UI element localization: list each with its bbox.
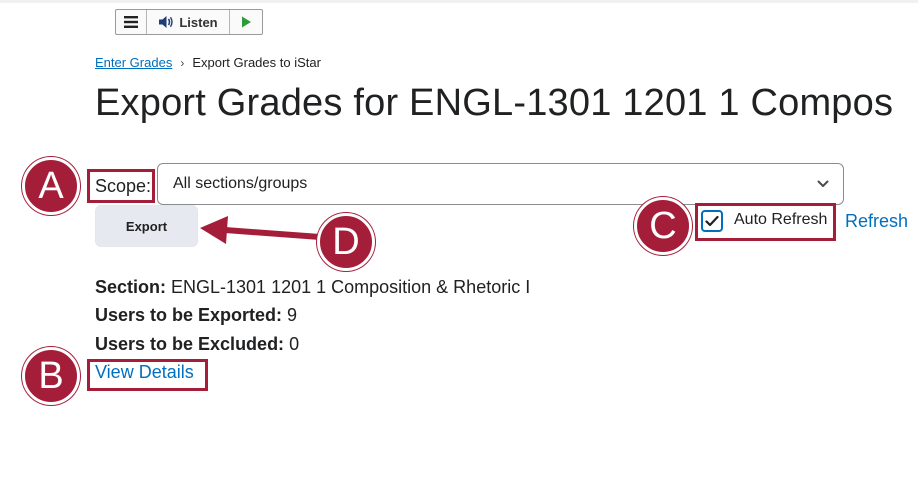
callout-badge-c: C (634, 197, 692, 255)
callout-arrow (200, 216, 323, 244)
callout-badge-d: D (317, 213, 375, 271)
callout-badge-a: A (22, 157, 80, 215)
page: Listen Enter Grades › Export Grades to i… (0, 0, 918, 490)
callout-badge-b: B (22, 347, 80, 405)
